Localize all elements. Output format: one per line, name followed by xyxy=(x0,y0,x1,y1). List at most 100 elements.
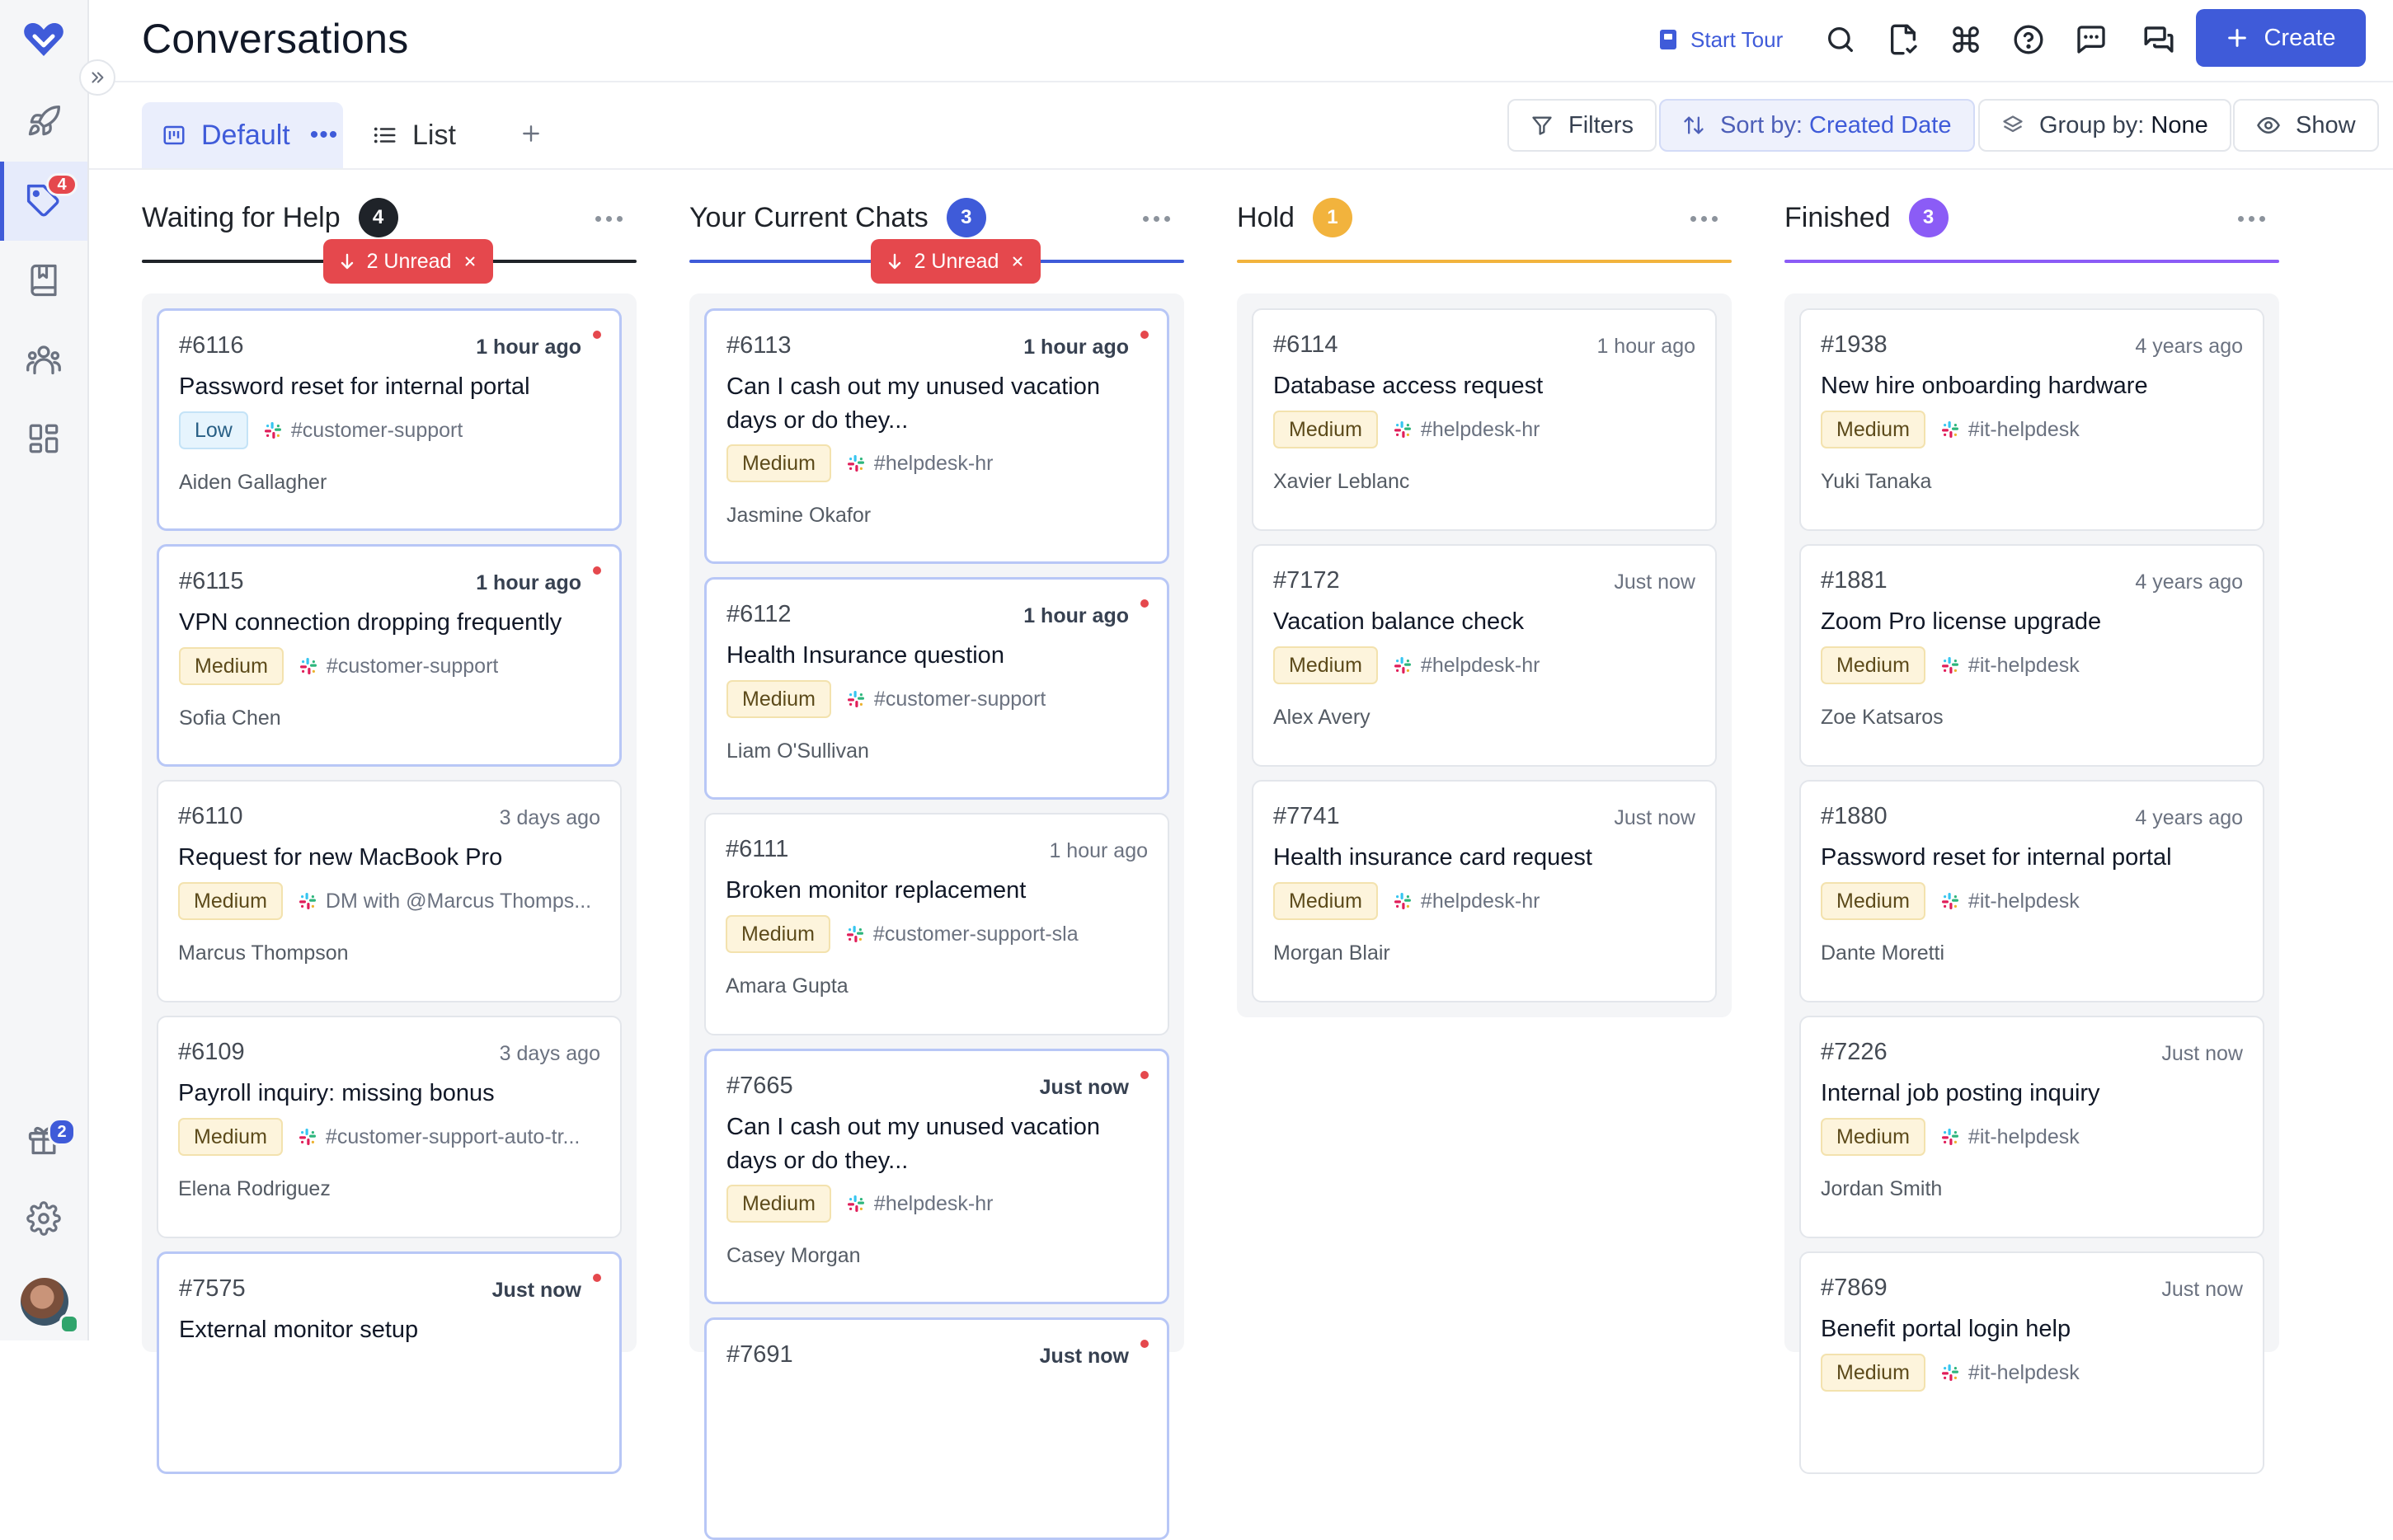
ticket-title: Payroll inquiry: missing bonus xyxy=(178,1080,495,1106)
priority-badge[interactable]: Medium xyxy=(1273,411,1378,448)
priority-badge[interactable]: Medium xyxy=(1821,646,1925,684)
conversation-card[interactable]: #1881 4 years ago Zoom Pro license upgrade… xyxy=(1799,544,2264,767)
priority-badge[interactable]: Medium xyxy=(178,1118,283,1156)
ticket-timestamp: Just now xyxy=(1039,1076,1129,1099)
unread-indicator-dot xyxy=(1140,331,1149,339)
conversation-card[interactable]: #6111 1 hour ago Broken monitor replacemen… xyxy=(704,813,1169,1035)
priority-badge[interactable]: Medium xyxy=(1273,882,1378,920)
unread-filter-pill[interactable]: 2 Unread xyxy=(323,239,493,284)
command-palette-button[interactable] xyxy=(1946,20,1986,59)
ticket-title: Health Insurance question xyxy=(726,642,1004,669)
ticket-meta-row: Medium #helpdesk-hr xyxy=(1273,411,1699,448)
priority-badge[interactable]: Medium xyxy=(1821,411,1925,448)
priority-badge[interactable]: Medium xyxy=(178,882,283,920)
tab-list[interactable]: List xyxy=(373,102,456,168)
ticket-meta-row: Medium #it-helpdesk xyxy=(1821,1118,2246,1156)
requester-name: Jordan Smith xyxy=(1821,1177,1943,1200)
requester-name: Morgan Blair xyxy=(1273,941,1390,965)
priority-badge[interactable]: Medium xyxy=(726,1185,831,1223)
column-options-button[interactable] xyxy=(590,206,627,231)
priority-badge[interactable]: Medium xyxy=(726,444,831,482)
create-button[interactable]: Create xyxy=(2196,9,2366,67)
ticket-timestamp: Just now xyxy=(2161,1278,2243,1301)
rail-conversations-button[interactable]: 4 xyxy=(0,162,87,241)
show-button[interactable]: Show xyxy=(2233,99,2379,152)
ticket-id: #6109 xyxy=(178,1039,245,1065)
rail-gifts-button[interactable]: 2 xyxy=(0,1100,87,1179)
feedback-button[interactable] xyxy=(2071,20,2111,59)
filters-button[interactable]: Filters xyxy=(1507,99,1657,152)
priority-badge[interactable]: Medium xyxy=(179,647,284,685)
rail-settings-button[interactable] xyxy=(0,1179,87,1258)
slack-icon xyxy=(1393,655,1413,675)
rail-knowledge-button[interactable] xyxy=(0,241,87,320)
ticket-timestamp: 1 hour ago xyxy=(1023,604,1129,627)
column-options-button[interactable] xyxy=(2233,206,2269,231)
slack-icon xyxy=(299,656,318,676)
rail-people-button[interactable] xyxy=(0,320,87,399)
ticket-meta-row: Medium #helpdesk-hr xyxy=(1273,882,1699,920)
channel-name: #customer-support xyxy=(873,687,1046,711)
priority-badge[interactable]: Medium xyxy=(726,915,830,953)
column-header: Your Current Chats 3 xyxy=(689,195,986,241)
app-logo[interactable] xyxy=(0,0,87,79)
ticket-timestamp: 4 years ago xyxy=(2135,570,2243,594)
column-count-badge: 3 xyxy=(946,198,986,237)
rail-apps-button[interactable] xyxy=(0,399,87,478)
close-icon[interactable] xyxy=(463,254,477,269)
group-by-button[interactable]: Group by: None xyxy=(1978,99,2231,152)
unread-count-label: 2 Unread xyxy=(914,249,999,273)
layers-icon xyxy=(2001,114,2024,137)
conversation-card[interactable]: #6114 1 hour ago Database access request Me… xyxy=(1252,308,1717,531)
tab-default[interactable]: Default ••• xyxy=(142,102,343,168)
conversation-card[interactable]: #7575 Just now External monitor setup xyxy=(157,1251,622,1474)
conversation-card[interactable]: #6113 1 hour ago Can I cash out my unused … xyxy=(704,308,1169,564)
conversation-card[interactable]: #7226 Just now Internal job posting inquir… xyxy=(1799,1016,2264,1238)
channel-tag: #customer-support xyxy=(263,419,463,443)
tab-options-button[interactable]: ••• xyxy=(310,121,339,149)
conversation-card[interactable]: #6110 3 days ago Request for new MacBook P… xyxy=(157,780,622,1002)
gift-badge: 2 xyxy=(48,1118,76,1146)
search-button[interactable] xyxy=(1821,20,1860,59)
priority-badge[interactable]: Low xyxy=(179,411,248,449)
ticket-timestamp: Just now xyxy=(1039,1345,1129,1368)
conversation-card[interactable]: #7665 Just now Can I cash out my unused va… xyxy=(704,1049,1169,1304)
tasks-button[interactable] xyxy=(1883,20,1923,59)
conversation-card[interactable]: #1938 4 years ago New hire onboarding hard… xyxy=(1799,308,2264,531)
conversation-card[interactable]: #6109 3 days ago Payroll inquiry: missing … xyxy=(157,1016,622,1238)
ticket-id: #6114 xyxy=(1273,331,1338,358)
sort-button[interactable]: Sort by: Created Date xyxy=(1659,99,1975,152)
chats-button[interactable] xyxy=(2139,20,2179,59)
column-options-button[interactable] xyxy=(1685,206,1722,231)
priority-badge[interactable]: Medium xyxy=(1821,882,1925,920)
expand-sidebar-button[interactable] xyxy=(79,59,115,96)
ticket-meta-row: Medium #it-helpdesk xyxy=(1821,882,2246,920)
rail-launch-button[interactable] xyxy=(0,82,87,162)
channel-tag: DM with @Marcus Thomps... xyxy=(298,890,591,913)
add-view-button[interactable] xyxy=(515,117,548,150)
conversation-card[interactable]: #6112 1 hour ago Health Insurance question… xyxy=(704,577,1169,800)
column-options-button[interactable] xyxy=(1138,206,1174,231)
ticket-id: #6111 xyxy=(726,836,789,862)
conversation-card[interactable]: #6115 1 hour ago VPN connection dropping f… xyxy=(157,544,622,767)
close-icon[interactable] xyxy=(1010,254,1025,269)
ticket-meta-row: Medium #customer-support-auto-tr... xyxy=(178,1118,604,1156)
ticket-timestamp: Just now xyxy=(2161,1042,2243,1065)
priority-badge[interactable]: Medium xyxy=(1821,1118,1925,1156)
conversation-card[interactable]: #6116 1 hour ago Password reset for intern… xyxy=(157,308,622,531)
conversation-card[interactable]: #7691 Just now xyxy=(704,1317,1169,1540)
priority-badge[interactable]: Medium xyxy=(1273,646,1378,684)
conversation-card[interactable]: #7869 Just now Benefit portal login help Me… xyxy=(1799,1251,2264,1474)
unread-filter-pill[interactable]: 2 Unread xyxy=(871,239,1041,284)
priority-badge[interactable]: Medium xyxy=(726,680,831,718)
column-title: Your Current Chats xyxy=(689,201,929,233)
help-button[interactable] xyxy=(2009,20,2048,59)
conversation-card[interactable]: #1880 4 years ago Password reset for inter… xyxy=(1799,780,2264,1002)
conversation-card[interactable]: #7172 Just now Vacation balance check Mediu… xyxy=(1252,544,1717,767)
start-tour-button[interactable]: Start Tour xyxy=(1659,21,1783,58)
plus-icon xyxy=(2226,26,2249,49)
priority-badge[interactable]: Medium xyxy=(1821,1354,1925,1392)
conversation-card[interactable]: #7741 Just now Health insurance card reque… xyxy=(1252,780,1717,1002)
unread-indicator-dot xyxy=(1140,599,1149,608)
heart-logo-icon xyxy=(23,21,64,59)
